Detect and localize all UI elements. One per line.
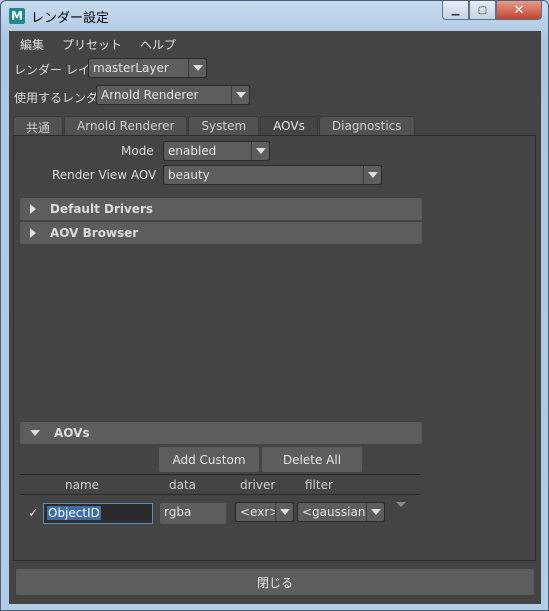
table-header-divider — [20, 494, 420, 495]
aov-driver-value: <exr> — [236, 503, 275, 521]
row-options-icon[interactable] — [396, 502, 406, 507]
mode-value: enabled — [164, 142, 251, 160]
mode-dropdown[interactable]: enabled — [163, 141, 270, 161]
aov-name-value: ObjectID — [47, 506, 101, 520]
tab-common[interactable]: 共通 — [13, 116, 64, 135]
renderer-dropdown[interactable]: Arnold Renderer — [96, 85, 250, 105]
close-icon: ✕ — [513, 2, 525, 18]
chevron-down-icon — [188, 59, 206, 77]
render-view-aov-value: beauty — [164, 166, 363, 184]
aovs-section-label: AOVs — [54, 426, 90, 440]
minimize-button[interactable]: ▁ — [442, 1, 469, 20]
menu-bar: 編集 プリセット ヘルプ — [9, 33, 183, 53]
render-view-aov-label: Render View AOV — [52, 168, 157, 182]
column-header-name: name — [65, 478, 100, 492]
render-view-aov-dropdown[interactable]: beauty — [163, 165, 382, 185]
aov-filter-dropdown[interactable]: <gaussian> — [297, 502, 385, 522]
close-button[interactable]: 閉じる — [16, 569, 534, 595]
menu-edit[interactable]: 編集 — [9, 33, 51, 53]
default-drivers-label: Default Drivers — [50, 202, 154, 216]
aov-filter-value: <gaussian> — [298, 503, 366, 521]
delete-all-button[interactable]: Delete All — [262, 447, 362, 472]
minimize-icon: ▁ — [451, 4, 460, 16]
maximize-icon: ▢ — [477, 4, 488, 16]
aov-browser-label: AOV Browser — [50, 226, 139, 240]
aov-data-field[interactable]: rgba — [160, 503, 226, 524]
column-header-filter: filter — [305, 478, 333, 492]
tab-aovs[interactable]: AOVs — [260, 116, 318, 135]
tab-diagnostics[interactable]: Diagnostics — [318, 116, 415, 135]
title-bar[interactable]: M レンダー設定 ▁ ▢ ✕ — [1, 1, 548, 31]
column-header-driver: driver — [240, 478, 276, 492]
chevron-down-icon — [251, 142, 269, 160]
window-frame: M レンダー設定 ▁ ▢ ✕ 編集 プリセット ヘルプ レンダー レイヤ mas… — [0, 0, 549, 611]
aovs-section[interactable]: AOVs — [20, 422, 422, 444]
renderer-value: Arnold Renderer — [97, 86, 231, 104]
aov-driver-dropdown[interactable]: <exr> — [235, 502, 294, 522]
expand-arrow-icon — [30, 204, 36, 214]
mode-label: Mode — [121, 144, 154, 158]
menu-presets[interactable]: プリセット — [51, 33, 129, 53]
close-window-button[interactable]: ✕ — [496, 1, 542, 20]
column-header-data: data — [169, 478, 197, 492]
menu-help[interactable]: ヘルプ — [129, 33, 183, 53]
chevron-down-icon — [231, 86, 249, 104]
table-top-divider — [20, 474, 420, 475]
chevron-down-icon — [366, 503, 384, 521]
window-title: レンダー設定 — [31, 11, 110, 26]
tab-arnold-renderer[interactable]: Arnold Renderer — [64, 116, 188, 135]
aov-browser-section[interactable]: AOV Browser — [20, 222, 422, 244]
render-layer-value: masterLayer — [89, 59, 188, 77]
chevron-down-icon — [275, 503, 293, 521]
tab-system[interactable]: System — [188, 116, 260, 135]
maximize-button[interactable]: ▢ — [469, 1, 496, 20]
expand-arrow-icon — [30, 228, 36, 238]
maya-app-icon: M — [9, 8, 25, 24]
collapse-arrow-icon — [30, 430, 40, 436]
render-layer-dropdown[interactable]: masterLayer — [88, 58, 207, 78]
tab-bar: 共通 Arnold Renderer System AOVs Diagnosti… — [13, 116, 416, 135]
aov-name-input[interactable]: ObjectID — [43, 503, 153, 524]
default-drivers-section[interactable]: Default Drivers — [20, 198, 422, 220]
render-settings-client: 編集 プリセット ヘルプ レンダー レイヤ masterLayer 使用するレン… — [9, 31, 541, 604]
chevron-down-icon — [363, 166, 381, 184]
aovs-tab-panel: Mode enabled Render View AOV beauty Defa… — [13, 135, 536, 561]
window-controls: ▁ ▢ ✕ — [442, 1, 542, 20]
aov-enabled-checkbox[interactable]: ✓ — [28, 507, 42, 521]
add-custom-button[interactable]: Add Custom — [159, 447, 259, 472]
